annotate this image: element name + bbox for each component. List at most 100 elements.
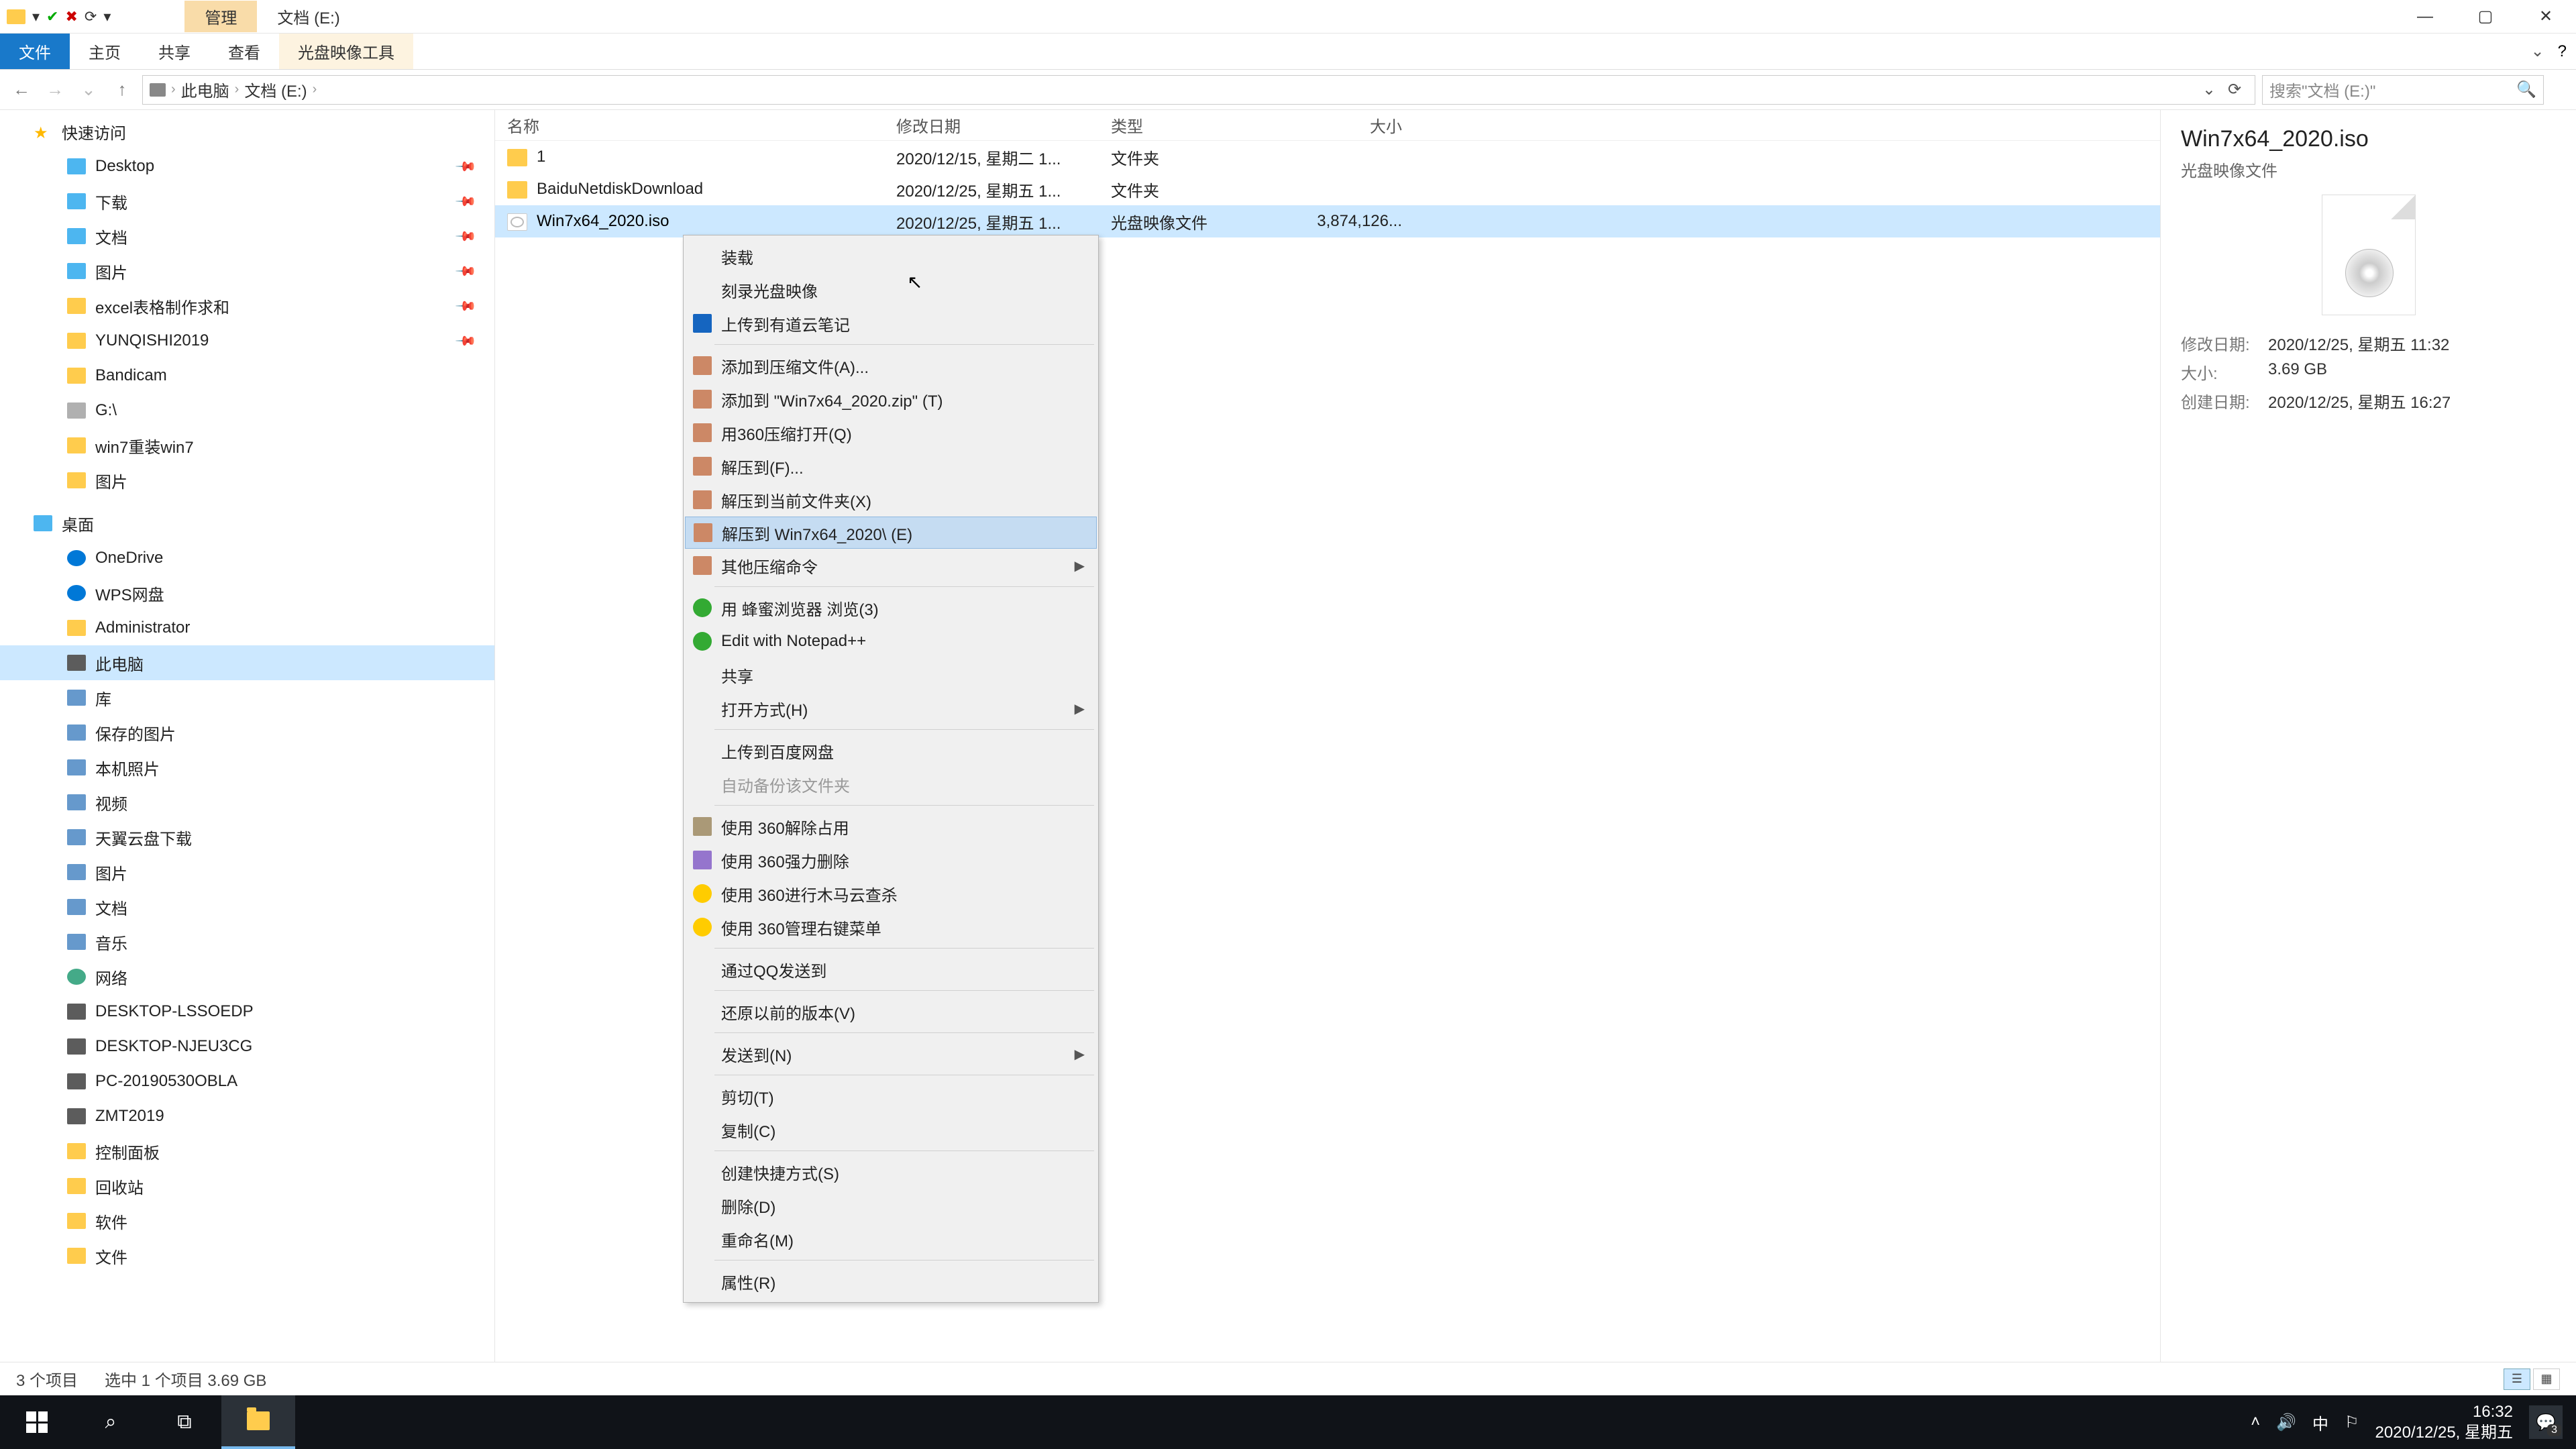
- context-menu-item[interactable]: 用360压缩打开(Q): [685, 416, 1097, 449]
- context-menu-item[interactable]: 打开方式(H)▶: [685, 692, 1097, 725]
- close-button[interactable]: ✕: [2516, 0, 2576, 34]
- header-name[interactable]: 名称: [495, 113, 884, 137]
- nav-bottom-item[interactable]: 控制面板: [0, 1134, 494, 1169]
- ribbon-tab-home[interactable]: 主页: [70, 34, 140, 69]
- task-view-button[interactable]: ⧉: [148, 1395, 221, 1449]
- nav-quick-access[interactable]: ★快速访问: [0, 114, 494, 149]
- security-icon[interactable]: ⚐: [2345, 1413, 2359, 1432]
- ime-indicator[interactable]: 中: [2312, 1411, 2328, 1434]
- address-box[interactable]: › 此电脑 › 文档 (E:) › ⌄ ⟳: [142, 75, 2255, 105]
- context-menu-item[interactable]: 用 蜂蜜浏览器 浏览(3): [685, 591, 1097, 625]
- help-icon[interactable]: ?: [2558, 42, 2567, 61]
- nav-back-button[interactable]: ←: [8, 76, 35, 103]
- nav-lib-item[interactable]: 保存的图片: [0, 715, 494, 750]
- nav-lib-item[interactable]: 天翼云盘下载: [0, 820, 494, 855]
- ribbon-tab-share[interactable]: 共享: [140, 34, 209, 69]
- nav-net-item[interactable]: PC-20190530OBLA: [0, 1064, 494, 1099]
- qat-check-icon[interactable]: ✔: [46, 8, 58, 25]
- search-icon[interactable]: 🔍: [2516, 80, 2536, 99]
- nav-net-item[interactable]: ZMT2019: [0, 1099, 494, 1134]
- nav-recent-icon[interactable]: ⌄: [75, 76, 102, 103]
- nav-quick-item[interactable]: win7重装win7: [0, 428, 494, 463]
- nav-bottom-item[interactable]: 回收站: [0, 1169, 494, 1203]
- context-menu-item[interactable]: 删除(D): [685, 1189, 1097, 1222]
- context-menu-item[interactable]: 复制(C): [685, 1113, 1097, 1146]
- nav-quick-item[interactable]: excel表格制作求和📌: [0, 288, 494, 323]
- file-row[interactable]: 12020/12/15, 星期二 1...文件夹: [495, 141, 2160, 173]
- header-type[interactable]: 类型: [1099, 113, 1280, 137]
- context-menu-item[interactable]: 上传到有道云笔记: [685, 307, 1097, 340]
- nav-bottom-item[interactable]: 软件: [0, 1203, 494, 1238]
- context-menu-item[interactable]: 还原以前的版本(V): [685, 995, 1097, 1028]
- nav-quick-item[interactable]: Desktop📌: [0, 149, 494, 184]
- chevron-right-icon[interactable]: ›: [235, 82, 239, 97]
- nav-desktop[interactable]: 桌面: [0, 506, 494, 541]
- nav-desktop-item[interactable]: OneDrive: [0, 541, 494, 576]
- view-icons-button[interactable]: ▦: [2533, 1368, 2560, 1390]
- file-row[interactable]: Win7x64_2020.iso2020/12/25, 星期五 1...光盘映像…: [495, 205, 2160, 237]
- context-menu-item[interactable]: 属性(R): [685, 1265, 1097, 1298]
- qat-close-icon[interactable]: ✖: [65, 8, 77, 25]
- file-row[interactable]: BaiduNetdiskDownload2020/12/25, 星期五 1...…: [495, 173, 2160, 205]
- nav-desktop-item[interactable]: 库: [0, 680, 494, 715]
- context-menu-item[interactable]: 创建快捷方式(S): [685, 1155, 1097, 1189]
- ribbon-expand-icon[interactable]: ⌄: [2531, 42, 2544, 61]
- context-menu-item[interactable]: 通过QQ发送到: [685, 953, 1097, 986]
- qat-dropdown-icon[interactable]: ▾: [32, 8, 40, 25]
- ribbon-tab-file[interactable]: 文件: [0, 34, 70, 69]
- nav-lib-item[interactable]: 视频: [0, 785, 494, 820]
- refresh-icon[interactable]: ⟳: [2221, 80, 2248, 99]
- nav-desktop-item[interactable]: 此电脑: [0, 645, 494, 680]
- context-menu-item[interactable]: Edit with Notepad++: [685, 625, 1097, 658]
- context-menu-item[interactable]: 使用 360管理右键菜单: [685, 910, 1097, 944]
- view-details-button[interactable]: ☰: [2504, 1368, 2530, 1390]
- nav-network[interactable]: 网络: [0, 959, 494, 994]
- taskbar-clock[interactable]: 16:32 2020/12/25, 星期五: [2375, 1401, 2513, 1443]
- nav-lib-item[interactable]: 音乐: [0, 924, 494, 959]
- nav-quick-item[interactable]: YUNQISHI2019📌: [0, 323, 494, 358]
- context-menu-item[interactable]: 剪切(T): [685, 1079, 1097, 1113]
- breadcrumb[interactable]: 文档 (E:): [244, 78, 307, 101]
- maximize-button[interactable]: ▢: [2455, 0, 2516, 34]
- nav-desktop-item[interactable]: WPS网盘: [0, 576, 494, 610]
- context-menu-item[interactable]: 添加到压缩文件(A)...: [685, 349, 1097, 382]
- context-menu-item[interactable]: 重命名(M): [685, 1222, 1097, 1256]
- search-button[interactable]: ⌕: [74, 1395, 148, 1449]
- context-menu-item[interactable]: 解压到当前文件夹(X): [685, 483, 1097, 517]
- context-menu-item[interactable]: 使用 360解除占用: [685, 810, 1097, 843]
- chevron-right-icon[interactable]: ›: [171, 82, 176, 97]
- context-menu-item[interactable]: 使用 360进行木马云查杀: [685, 877, 1097, 910]
- nav-bottom-item[interactable]: 文件: [0, 1238, 494, 1273]
- context-menu-item[interactable]: 解压到 Win7x64_2020\ (E): [685, 517, 1097, 549]
- header-date[interactable]: 修改日期: [884, 113, 1099, 137]
- nav-desktop-item[interactable]: Administrator: [0, 610, 494, 645]
- context-menu-item[interactable]: 使用 360强力删除: [685, 843, 1097, 877]
- nav-quick-item[interactable]: G:\: [0, 393, 494, 428]
- address-dropdown-icon[interactable]: ⌄: [2202, 80, 2216, 99]
- context-menu-item[interactable]: 共享: [685, 658, 1097, 692]
- context-menu-item[interactable]: 添加到 "Win7x64_2020.zip" (T): [685, 382, 1097, 416]
- search-box[interactable]: 搜索"文档 (E:)" 🔍: [2262, 75, 2544, 105]
- nav-forward-button[interactable]: →: [42, 76, 68, 103]
- qat-refresh-icon[interactable]: ⟳: [85, 8, 97, 25]
- nav-net-item[interactable]: DESKTOP-NJEU3CG: [0, 1029, 494, 1064]
- minimize-button[interactable]: —: [2395, 0, 2455, 34]
- chevron-right-icon[interactable]: ›: [313, 82, 317, 97]
- nav-quick-item[interactable]: 图片📌: [0, 254, 494, 288]
- nav-up-button[interactable]: ↑: [109, 76, 136, 103]
- qat-more-icon[interactable]: ▾: [103, 8, 111, 25]
- context-menu-item[interactable]: 刻录光盘映像: [685, 273, 1097, 307]
- context-menu-item[interactable]: 上传到百度网盘: [685, 734, 1097, 767]
- context-menu-item[interactable]: 装载: [685, 239, 1097, 273]
- notification-center[interactable]: 💬3: [2529, 1405, 2563, 1439]
- context-menu-item[interactable]: 其他压缩命令▶: [685, 549, 1097, 582]
- nav-net-item[interactable]: DESKTOP-LSSOEDP: [0, 994, 494, 1029]
- nav-quick-item[interactable]: 下载📌: [0, 184, 494, 219]
- nav-quick-item[interactable]: Bandicam: [0, 358, 494, 393]
- nav-quick-item[interactable]: 图片: [0, 463, 494, 498]
- ribbon-tab-disc-tools[interactable]: 光盘映像工具: [279, 34, 413, 69]
- context-menu-item[interactable]: 解压到(F)...: [685, 449, 1097, 483]
- breadcrumb[interactable]: 此电脑: [181, 78, 229, 101]
- volume-icon[interactable]: 🔊: [2276, 1413, 2296, 1432]
- start-button[interactable]: [0, 1395, 74, 1449]
